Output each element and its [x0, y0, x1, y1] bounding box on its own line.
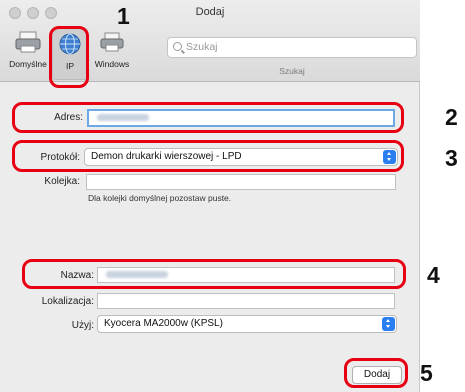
- windows-label: Windows: [94, 59, 130, 69]
- callout-number-5: 5: [420, 360, 433, 386]
- network-printer-icon: [100, 32, 124, 52]
- callout-number-1: 1: [117, 3, 130, 29]
- callout-box-ip: [49, 26, 89, 88]
- default-printers-button[interactable]: Domyślne: [6, 30, 50, 78]
- callout-box-add-button: [344, 358, 408, 388]
- driver-select[interactable]: Kyocera MA2000w (KPSL): [97, 315, 397, 333]
- printer-icon: [15, 31, 41, 53]
- location-input[interactable]: [97, 293, 395, 309]
- callout-box-address: [12, 102, 404, 133]
- search-icon: [173, 42, 182, 51]
- search-field[interactable]: Szukaj: [167, 37, 417, 58]
- search-caption: Szukaj: [279, 66, 305, 76]
- default-label: Domyślne: [9, 59, 47, 69]
- driver-value: Kyocera MA2000w (KPSL): [104, 318, 223, 329]
- windows-printers-button[interactable]: Windows: [90, 30, 134, 78]
- queue-input[interactable]: [86, 174, 396, 190]
- callout-number-2: 2: [445, 104, 458, 130]
- callout-box-name: [22, 259, 406, 289]
- search-placeholder: Szukaj: [186, 41, 218, 53]
- callout-number-4: 4: [427, 262, 440, 288]
- use-label: Użyj:: [71, 320, 94, 331]
- location-label: Lokalizacja:: [41, 296, 94, 307]
- callout-box-protocol: [12, 140, 404, 172]
- callout-number-3: 3: [445, 145, 458, 171]
- queue-note: Dla kolejki domyślnej pozostaw puste.: [88, 193, 232, 203]
- chevron-updown-icon: [382, 317, 395, 331]
- queue-label: Kolejka:: [44, 176, 80, 187]
- window-title: Dodaj: [195, 6, 225, 18]
